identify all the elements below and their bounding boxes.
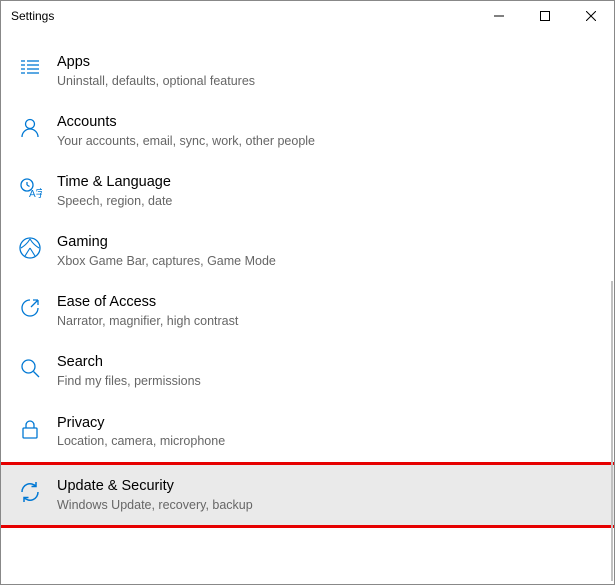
item-title: Gaming [57,233,598,252]
item-text: Time & Language Speech, region, date [57,173,598,209]
settings-item-apps[interactable]: Apps Uninstall, defaults, optional featu… [1,41,614,101]
svg-text:A字: A字 [29,187,42,200]
item-desc: Your accounts, email, sync, work, other … [57,133,598,149]
settings-item-search[interactable]: Search Find my files, permissions [1,341,614,401]
scrollbar[interactable] [611,281,613,581]
item-desc: Narrator, magnifier, high contrast [57,313,598,329]
settings-item-gaming[interactable]: Gaming Xbox Game Bar, captures, Game Mod… [1,221,614,281]
update-security-icon [17,479,43,505]
titlebar: Settings [1,1,614,31]
privacy-icon [17,416,43,442]
settings-item-accounts[interactable]: Accounts Your accounts, email, sync, wor… [1,101,614,161]
settings-item-update-security[interactable]: Update & Security Windows Update, recove… [1,462,614,528]
window-title: Settings [11,9,476,23]
item-title: Privacy [57,414,598,433]
search-icon [17,355,43,381]
gaming-icon [17,235,43,261]
item-text: Apps Uninstall, defaults, optional featu… [57,53,598,89]
maximize-button[interactable] [522,1,568,31]
item-desc: Xbox Game Bar, captures, Game Mode [57,253,598,269]
item-title: Apps [57,53,598,72]
item-text: Accounts Your accounts, email, sync, wor… [57,113,598,149]
apps-icon [17,55,43,81]
item-title: Ease of Access [57,293,598,312]
item-title: Accounts [57,113,598,132]
accounts-icon [17,115,43,141]
item-text: Search Find my files, permissions [57,353,598,389]
item-desc: Speech, region, date [57,193,598,209]
item-desc: Uninstall, defaults, optional features [57,73,598,89]
time-language-icon: A字 [17,175,43,201]
settings-list: Apps Uninstall, defaults, optional featu… [1,31,614,584]
settings-item-ease-of-access[interactable]: Ease of Access Narrator, magnifier, high… [1,281,614,341]
item-text: Privacy Location, camera, microphone [57,414,598,450]
item-desc: Windows Update, recovery, backup [57,497,598,513]
minimize-button[interactable] [476,1,522,31]
item-desc: Find my files, permissions [57,373,598,389]
window-controls [476,1,614,31]
item-title: Update & Security [57,477,598,496]
item-text: Gaming Xbox Game Bar, captures, Game Mod… [57,233,598,269]
item-text: Update & Security Windows Update, recove… [57,477,598,513]
item-desc: Location, camera, microphone [57,433,598,449]
close-button[interactable] [568,1,614,31]
settings-item-privacy[interactable]: Privacy Location, camera, microphone [1,402,614,462]
ease-of-access-icon [17,295,43,321]
item-text: Ease of Access Narrator, magnifier, high… [57,293,598,329]
item-title: Search [57,353,598,372]
item-title: Time & Language [57,173,598,192]
settings-item-time-language[interactable]: A字 Time & Language Speech, region, date [1,161,614,221]
